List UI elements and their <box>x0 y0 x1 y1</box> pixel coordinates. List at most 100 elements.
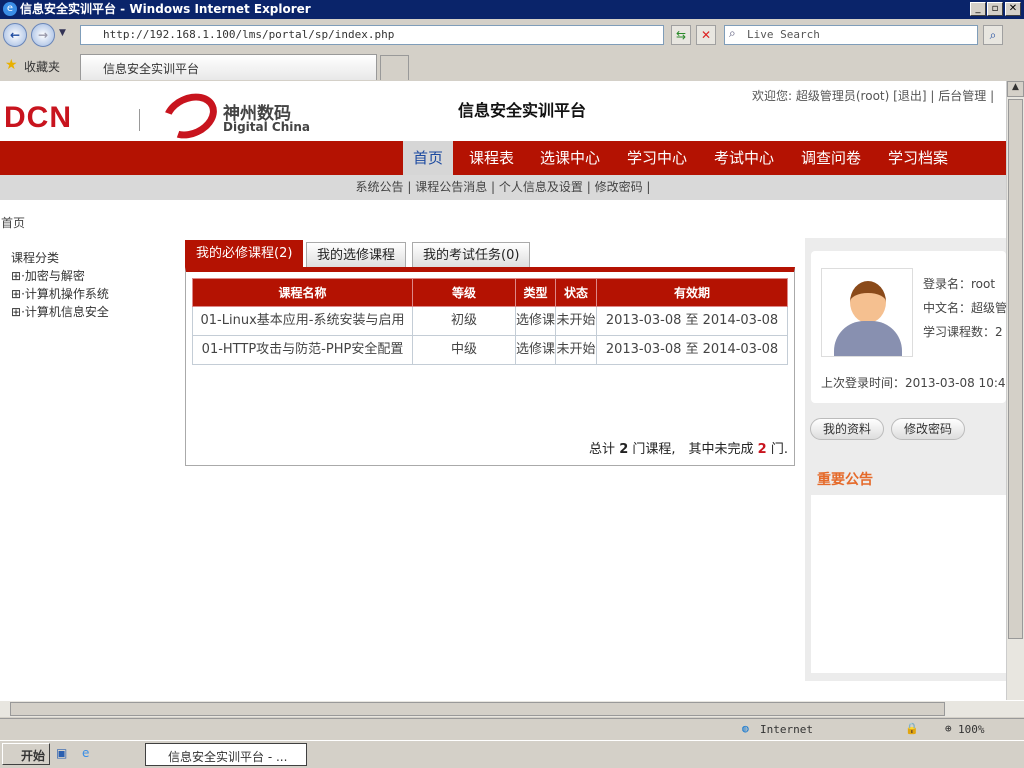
search-icon: ⌕ <box>729 26 736 40</box>
unfinished-count: 2 <box>757 442 767 457</box>
minimize-button[interactable]: _ <box>970 2 986 16</box>
tree-item[interactable]: ⊞·计算机信息安全 <box>11 303 109 321</box>
web-page: DCN 神州数码 Digital China 信息安全实训平台 欢迎您: 超级管… <box>0 81 1006 700</box>
course-table: 课程名称 等级 类型 状态 有效期 01-Linux基本应用-系统安装与启用 初… <box>192 278 788 365</box>
tree-title: 课程分类 <box>11 251 60 265</box>
course-status: 未开始 <box>555 335 597 365</box>
my-profile-button[interactable]: 我的资料 <box>810 418 885 440</box>
profile-card: 登录名：root 中文名：超级管 学习课程数：2 上次登录时间：2013-03-… <box>811 251 1006 403</box>
nav-exam[interactable]: 考试中心 <box>714 141 774 175</box>
last-login-time: 上次登录时间：2013-03-08 10:40 <box>821 376 1006 390</box>
table-row[interactable]: 01-HTTP攻击与防范-PHP安全配置 中级 选修课 未开始 2013-03-… <box>192 335 788 365</box>
digital-china-logo-icon <box>155 85 225 147</box>
maximize-button[interactable]: ▫ <box>987 2 1003 16</box>
separator: | <box>930 89 935 103</box>
security-zone: Internet <box>760 723 813 736</box>
ie-quicklaunch-icon[interactable]: e <box>82 746 89 760</box>
tree-item[interactable]: ⊞·计算机操作系统 <box>11 285 109 303</box>
new-tab-button[interactable] <box>380 55 409 80</box>
profile-panel: 登录名：root 中文名：超级管 学习课程数：2 上次登录时间：2013-03-… <box>805 238 1006 681</box>
nav-archive[interactable]: 学习档案 <box>888 141 948 175</box>
status-bar: ◍ Internet 🔒 ⊕ 100% <box>0 718 1024 740</box>
task-label: 信息安全实训平台 - ... <box>168 750 288 764</box>
admin-link[interactable]: 后台管理 <box>938 89 986 103</box>
protected-mode-icon[interactable]: 🔒 <box>905 722 919 735</box>
notice-title: 重要公告 <box>817 472 873 488</box>
subnav-change-password[interactable]: 修改密码 <box>595 180 643 194</box>
horizontal-scrollbar[interactable] <box>0 700 1024 717</box>
favorites-button[interactable]: 收藏夹 <box>24 58 60 75</box>
welcome-label: 欢迎您: <box>752 89 793 103</box>
site-title: 信息安全实训平台 <box>458 101 587 120</box>
sub-nav: 系统公告 | 课程公告消息 | 个人信息及设置 | 修改密码 | <box>0 175 1006 200</box>
search-button[interactable]: ⌕ <box>983 25 1003 45</box>
zoom-icon: ⊕ <box>945 722 952 735</box>
expand-icon[interactable]: ⊞ <box>11 269 21 283</box>
tree-item[interactable]: ⊞·加密与解密 <box>11 267 109 285</box>
avatar <box>821 268 913 357</box>
hscroll-thumb[interactable] <box>10 702 945 716</box>
scroll-thumb[interactable] <box>1008 99 1023 639</box>
chinese-name: 中文名：超级管 <box>923 301 1006 315</box>
scroll-up-button[interactable]: ▲ <box>1007 81 1024 97</box>
login-name: 登录名：root <box>923 277 996 291</box>
browser-tab-title: 信息安全实训平台 <box>103 62 200 76</box>
address-bar[interactable]: http://192.168.1.100/lms/portal/sp/index… <box>80 25 664 45</box>
user-name: 超级管理员(root) <box>795 89 890 103</box>
course-level: 中级 <box>412 335 516 365</box>
tree-item-label[interactable]: 加密与解密 <box>25 269 85 283</box>
tab-required-courses[interactable]: 我的必修课程(2) <box>185 240 304 268</box>
globe-icon: ◍ <box>742 722 749 735</box>
search-input[interactable]: Live Search <box>724 25 978 45</box>
tree-item-label[interactable]: 计算机信息安全 <box>25 305 109 319</box>
col-level: 等级 <box>412 278 516 307</box>
nav-home[interactable]: 首页 <box>403 141 453 175</box>
total-count: 2 <box>619 442 629 457</box>
forward-button[interactable]: → <box>31 23 55 47</box>
window-title: 信息安全实训平台 - Windows Internet Explorer <box>20 2 311 16</box>
tab-elective-courses[interactable]: 我的选修课程 <box>306 242 407 268</box>
show-desktop-icon[interactable]: ▣ <box>56 746 67 760</box>
subnav-announcements[interactable]: 系统公告 <box>356 180 404 194</box>
course-name[interactable]: 01-HTTP攻击与防范-PHP安全配置 <box>192 335 413 365</box>
back-button[interactable]: ← <box>3 23 27 47</box>
start-button[interactable]: 开始 <box>2 743 50 765</box>
refresh-button[interactable]: ⇆ <box>671 25 691 45</box>
course-status: 未开始 <box>555 306 597 336</box>
dcn-logo: DCN <box>4 101 72 134</box>
summary-text: 门. <box>770 442 788 457</box>
main-nav: 首页 课程表 选课中心 学习中心 考试中心 调查问卷 学习档案 <box>0 141 1006 175</box>
course-name[interactable]: 01-Linux基本应用-系统安装与启用 <box>192 306 413 336</box>
separator: | <box>990 89 995 103</box>
nav-course-select[interactable]: 选课中心 <box>540 141 600 175</box>
course-type: 选修课 <box>515 335 556 365</box>
taskbar: 开始 ▣ e 信息安全实训平台 - ... <box>0 740 1024 768</box>
tab-exam-tasks[interactable]: 我的考试任务(0) <box>412 242 531 268</box>
summary-text: 总计 <box>589 442 616 457</box>
course-level: 初级 <box>412 306 516 336</box>
summary-text: 门课程, 其中未完成 <box>632 442 754 457</box>
subnav-profile-settings[interactable]: 个人信息及设置 <box>499 180 583 194</box>
expand-icon[interactable]: ⊞ <box>11 287 21 301</box>
nav-schedule[interactable]: 课程表 <box>469 141 514 175</box>
ie-icon: e <box>3 2 17 16</box>
breadcrumb: 首页 <box>1 216 26 230</box>
zoom-level[interactable]: 100% <box>958 723 985 736</box>
tree-item-label[interactable]: 计算机操作系统 <box>25 287 109 301</box>
course-count: 学习课程数：2 <box>923 325 1003 339</box>
col-type: 类型 <box>515 278 556 307</box>
nav-survey[interactable]: 调查问卷 <box>801 141 861 175</box>
stop-button[interactable]: ✕ <box>696 25 716 45</box>
browser-tab[interactable]: 信息安全实训平台 <box>80 54 377 80</box>
vertical-scrollbar[interactable]: ▲ <box>1006 81 1024 700</box>
history-dropdown-icon[interactable]: ▼ <box>59 28 66 38</box>
close-button[interactable]: ✕ <box>1005 2 1021 16</box>
subnav-course-messages[interactable]: 课程公告消息 <box>415 180 487 194</box>
taskbar-task[interactable]: 信息安全实训平台 - ... <box>145 743 307 766</box>
logout-link[interactable]: [退出] <box>893 89 926 103</box>
change-password-button[interactable]: 修改密码 <box>891 418 966 440</box>
favorites-star-icon: ★ <box>5 57 18 73</box>
nav-learning[interactable]: 学习中心 <box>627 141 687 175</box>
table-row[interactable]: 01-Linux基本应用-系统安装与启用 初级 选修课 未开始 2013-03-… <box>192 306 788 336</box>
expand-icon[interactable]: ⊞ <box>11 305 21 319</box>
